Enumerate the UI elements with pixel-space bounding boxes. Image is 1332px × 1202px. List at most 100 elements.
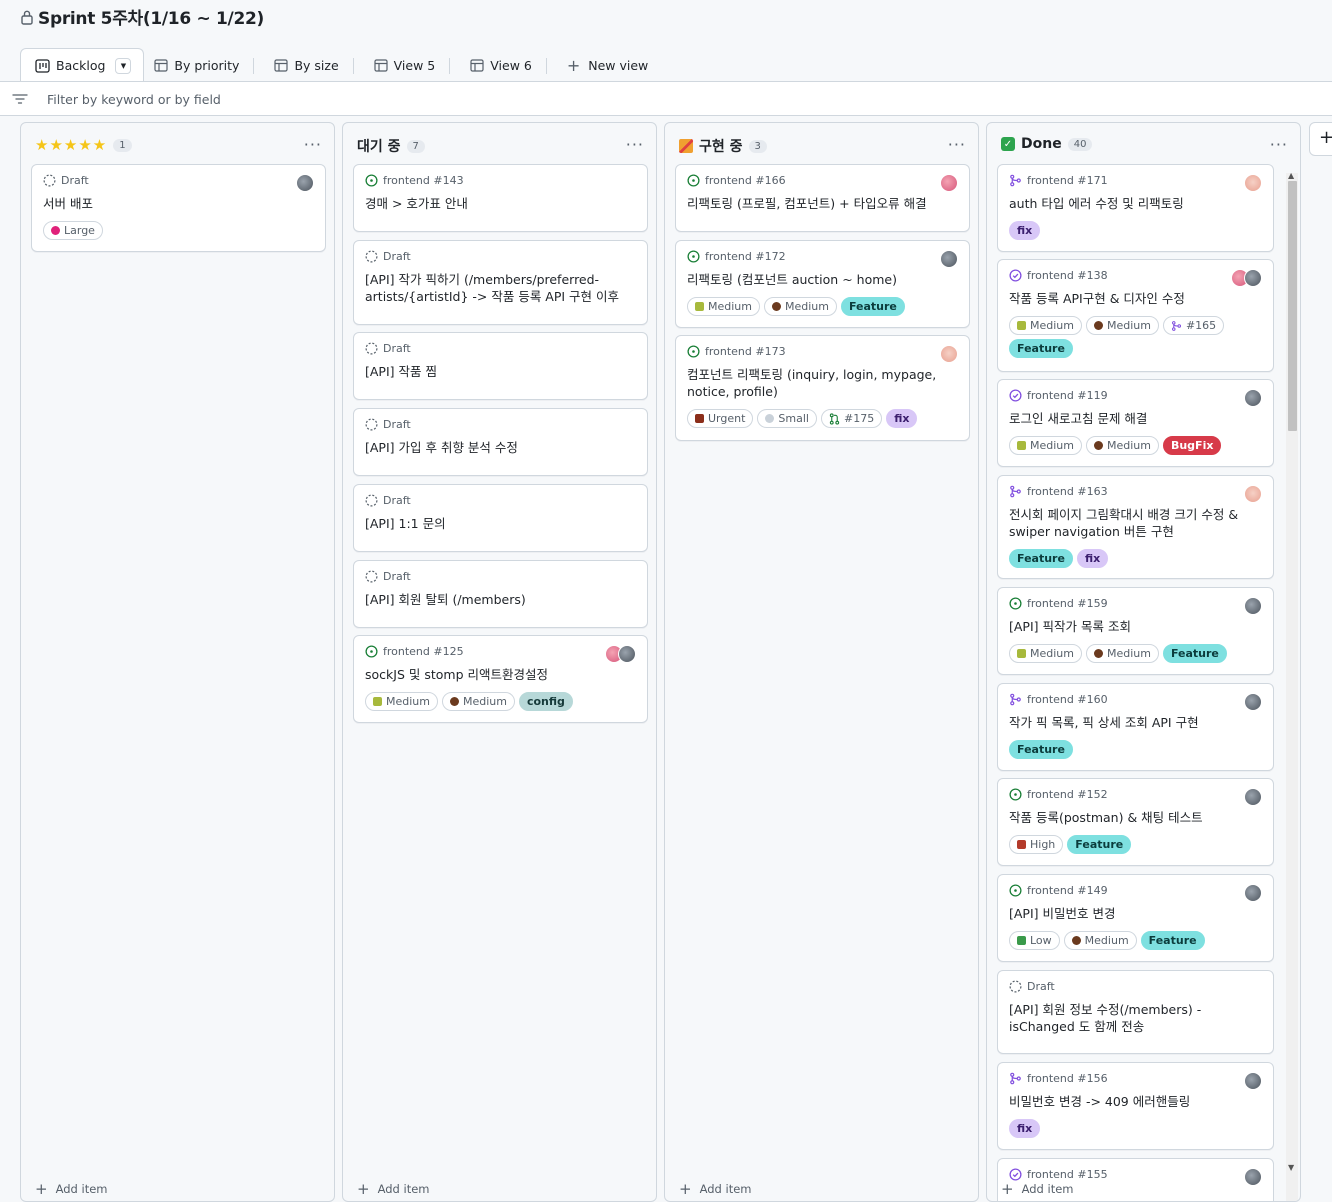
card-reference[interactable]: frontend #173	[705, 345, 786, 358]
assignee-avatar[interactable]	[1244, 597, 1262, 615]
item-card[interactable]: frontend #159 [API] 픽작가 목록 조회 Medium Medium…	[997, 587, 1274, 675]
card-title[interactable]: 컴포넌트 리팩토링 (inquiry, login, mypage, notic…	[687, 366, 955, 400]
item-card[interactable]: frontend #160 작가 픽 목록, 픽 상세 조회 API 구현 Feat…	[997, 683, 1274, 771]
item-card[interactable]: Draft [API] 작가 픽하기 (/members/preferred-ar…	[353, 240, 648, 325]
tab-backlog[interactable]: Backlog ▼	[20, 48, 145, 82]
label-size[interactable]: Medium	[1085, 436, 1159, 455]
add-item-button[interactable]: + Add item	[1001, 1180, 1073, 1198]
item-card[interactable]: frontend #152 작품 등록(postman) & 채팅 테스트 High…	[997, 778, 1274, 866]
item-card[interactable]: Draft 서버 배포 Large	[31, 164, 326, 252]
item-card[interactable]: frontend #171 auth 타입 에러 수정 및 리팩토링 fix	[997, 164, 1274, 252]
column-scrollbar[interactable]: ▲ ▼	[1286, 171, 1298, 1201]
label-priority[interactable]: Medium	[1009, 316, 1082, 335]
label-config[interactable]: config	[518, 692, 573, 711]
label-fix[interactable]: fix	[1076, 549, 1109, 568]
assignee-avatar[interactable]	[1244, 174, 1262, 192]
card-title[interactable]: 로그인 새로고침 문제 해결	[1009, 410, 1259, 427]
label-feature[interactable]: Feature	[1009, 740, 1073, 759]
card-reference[interactable]: frontend #149	[1027, 884, 1108, 897]
label-size[interactable]: Medium	[441, 692, 515, 711]
item-card[interactable]: frontend #143 경매 > 호가표 안내	[353, 164, 648, 232]
label-priority[interactable]: Medium	[1009, 644, 1082, 663]
item-card[interactable]: frontend #172 리팩토링 (컴포넌트 auction ~ home) M…	[675, 240, 970, 328]
assignee-avatar[interactable]	[1244, 389, 1262, 407]
card-title[interactable]: [API] 회원 정보 수정(/members) - isChanged 도 함…	[1009, 1001, 1259, 1035]
add-item-button[interactable]: + Add item	[35, 1180, 107, 1198]
label-feature[interactable]: Feature	[1009, 339, 1073, 358]
card-reference[interactable]: frontend #172	[705, 250, 786, 263]
card-title[interactable]: [API] 1:1 문의	[365, 515, 633, 532]
label-feature[interactable]: Feature	[1009, 549, 1073, 568]
column-menu-button[interactable]: ···	[626, 135, 644, 154]
card-title[interactable]: 서버 배포	[43, 195, 311, 212]
label-size[interactable]: Medium	[763, 297, 837, 316]
assignee-avatar[interactable]	[1244, 693, 1262, 711]
assignee-avatar[interactable]	[1244, 485, 1262, 503]
add-column-button[interactable]: +	[1309, 122, 1332, 156]
label-priority[interactable]: Medium	[365, 692, 438, 711]
scroll-up-icon[interactable]: ▲	[1288, 171, 1294, 180]
item-card[interactable]: Draft [API] 작품 찜	[353, 332, 648, 400]
item-card[interactable]: frontend #163 전시회 페이지 그림확대시 배경 크기 수정 & sw…	[997, 475, 1274, 579]
assignee-avatar[interactable]	[940, 345, 958, 363]
card-title[interactable]: auth 타입 에러 수정 및 리팩토링	[1009, 195, 1259, 212]
card-reference[interactable]: frontend #166	[705, 174, 786, 187]
scroll-down-icon[interactable]: ▼	[1288, 1163, 1294, 1172]
item-card[interactable]: Draft [API] 1:1 문의	[353, 484, 648, 552]
card-title[interactable]: [API] 작가 픽하기 (/members/preferred-artists…	[365, 271, 633, 305]
label-priority[interactable]: High	[1009, 835, 1064, 854]
assignee-avatar[interactable]	[296, 174, 314, 192]
item-card[interactable]: frontend #138 작품 등록 API구현 & 디자인 수정 Medium M…	[997, 259, 1274, 372]
column-menu-button[interactable]: ···	[948, 135, 966, 154]
card-reference[interactable]: frontend #138	[1027, 269, 1108, 282]
item-card[interactable]: frontend #119 로그인 새로고침 문제 해결 Medium Medium B…	[997, 379, 1274, 467]
tab-new-view[interactable]: + New view	[557, 49, 658, 82]
card-title[interactable]: 전시회 페이지 그림확대시 배경 크기 수정 & swiper navigati…	[1009, 506, 1259, 540]
item-card[interactable]: Draft [API] 가입 후 취향 분석 수정	[353, 408, 648, 476]
assignee-avatar[interactable]	[1244, 269, 1262, 287]
card-title[interactable]: sockJS 및 stomp 리액트환경설정	[365, 666, 633, 683]
card-title[interactable]: 비밀번호 변경 -> 409 에러핸들링	[1009, 1093, 1259, 1110]
card-title[interactable]: 작품 등록(postman) & 채팅 테스트	[1009, 809, 1259, 826]
item-card[interactable]: frontend #173 컴포넌트 리팩토링 (inquiry, login, …	[675, 335, 970, 441]
assignee-avatar[interactable]	[1244, 884, 1262, 902]
assignee-avatar[interactable]	[618, 645, 636, 663]
card-title[interactable]: [API] 비밀번호 변경	[1009, 905, 1259, 922]
assignee-avatar[interactable]	[1244, 1168, 1262, 1186]
tab-view-6[interactable]: View 6	[460, 49, 557, 82]
label-size[interactable]: Large	[43, 221, 103, 240]
label-feature[interactable]: Feature	[1162, 644, 1227, 663]
label-merged[interactable]: #165	[1162, 316, 1225, 335]
card-reference[interactable]: frontend #160	[1027, 693, 1108, 706]
card-reference[interactable]: frontend #152	[1027, 788, 1108, 801]
card-reference[interactable]: frontend #163	[1027, 485, 1108, 498]
filter-input[interactable]: Filter by keyword or by field	[47, 92, 221, 107]
label-fix[interactable]: fix	[1009, 221, 1041, 240]
label-size[interactable]: Medium	[1085, 316, 1159, 335]
add-item-button[interactable]: + Add item	[679, 1180, 751, 1198]
chevron-down-icon[interactable]: ▼	[115, 57, 132, 74]
label-priority[interactable]: Medium	[687, 297, 760, 316]
tab-by-priority[interactable]: By priority	[144, 49, 264, 82]
card-title[interactable]: 경매 > 호가표 안내	[365, 195, 633, 212]
assignee-avatar[interactable]	[1244, 1072, 1262, 1090]
label-fix[interactable]: fix	[1009, 1119, 1041, 1138]
card-reference[interactable]: frontend #143	[383, 174, 464, 187]
item-card[interactable]: Draft [API] 회원 탈퇴 (/members)	[353, 560, 648, 628]
card-title[interactable]: [API] 픽작가 목록 조회	[1009, 618, 1259, 635]
card-reference[interactable]: frontend #125	[383, 645, 464, 658]
card-title[interactable]: 작가 픽 목록, 픽 상세 조회 API 구현	[1009, 714, 1259, 731]
card-title[interactable]: [API] 가입 후 취향 분석 수정	[365, 439, 633, 456]
label-feature[interactable]: Feature	[840, 297, 905, 316]
card-reference[interactable]: frontend #171	[1027, 174, 1108, 187]
assignee-avatar[interactable]	[940, 174, 958, 192]
add-item-button[interactable]: + Add item	[357, 1180, 429, 1198]
label-bugfix[interactable]: BugFix	[1162, 436, 1222, 455]
label-size[interactable]: Medium	[1063, 931, 1137, 950]
label-feature[interactable]: Feature	[1140, 931, 1205, 950]
card-reference[interactable]: frontend #155	[1027, 1168, 1108, 1181]
card-reference[interactable]: frontend #159	[1027, 597, 1108, 610]
card-reference[interactable]: frontend #119	[1027, 389, 1108, 402]
tab-by-size[interactable]: By size	[264, 49, 363, 82]
assignee-avatar[interactable]	[940, 250, 958, 268]
